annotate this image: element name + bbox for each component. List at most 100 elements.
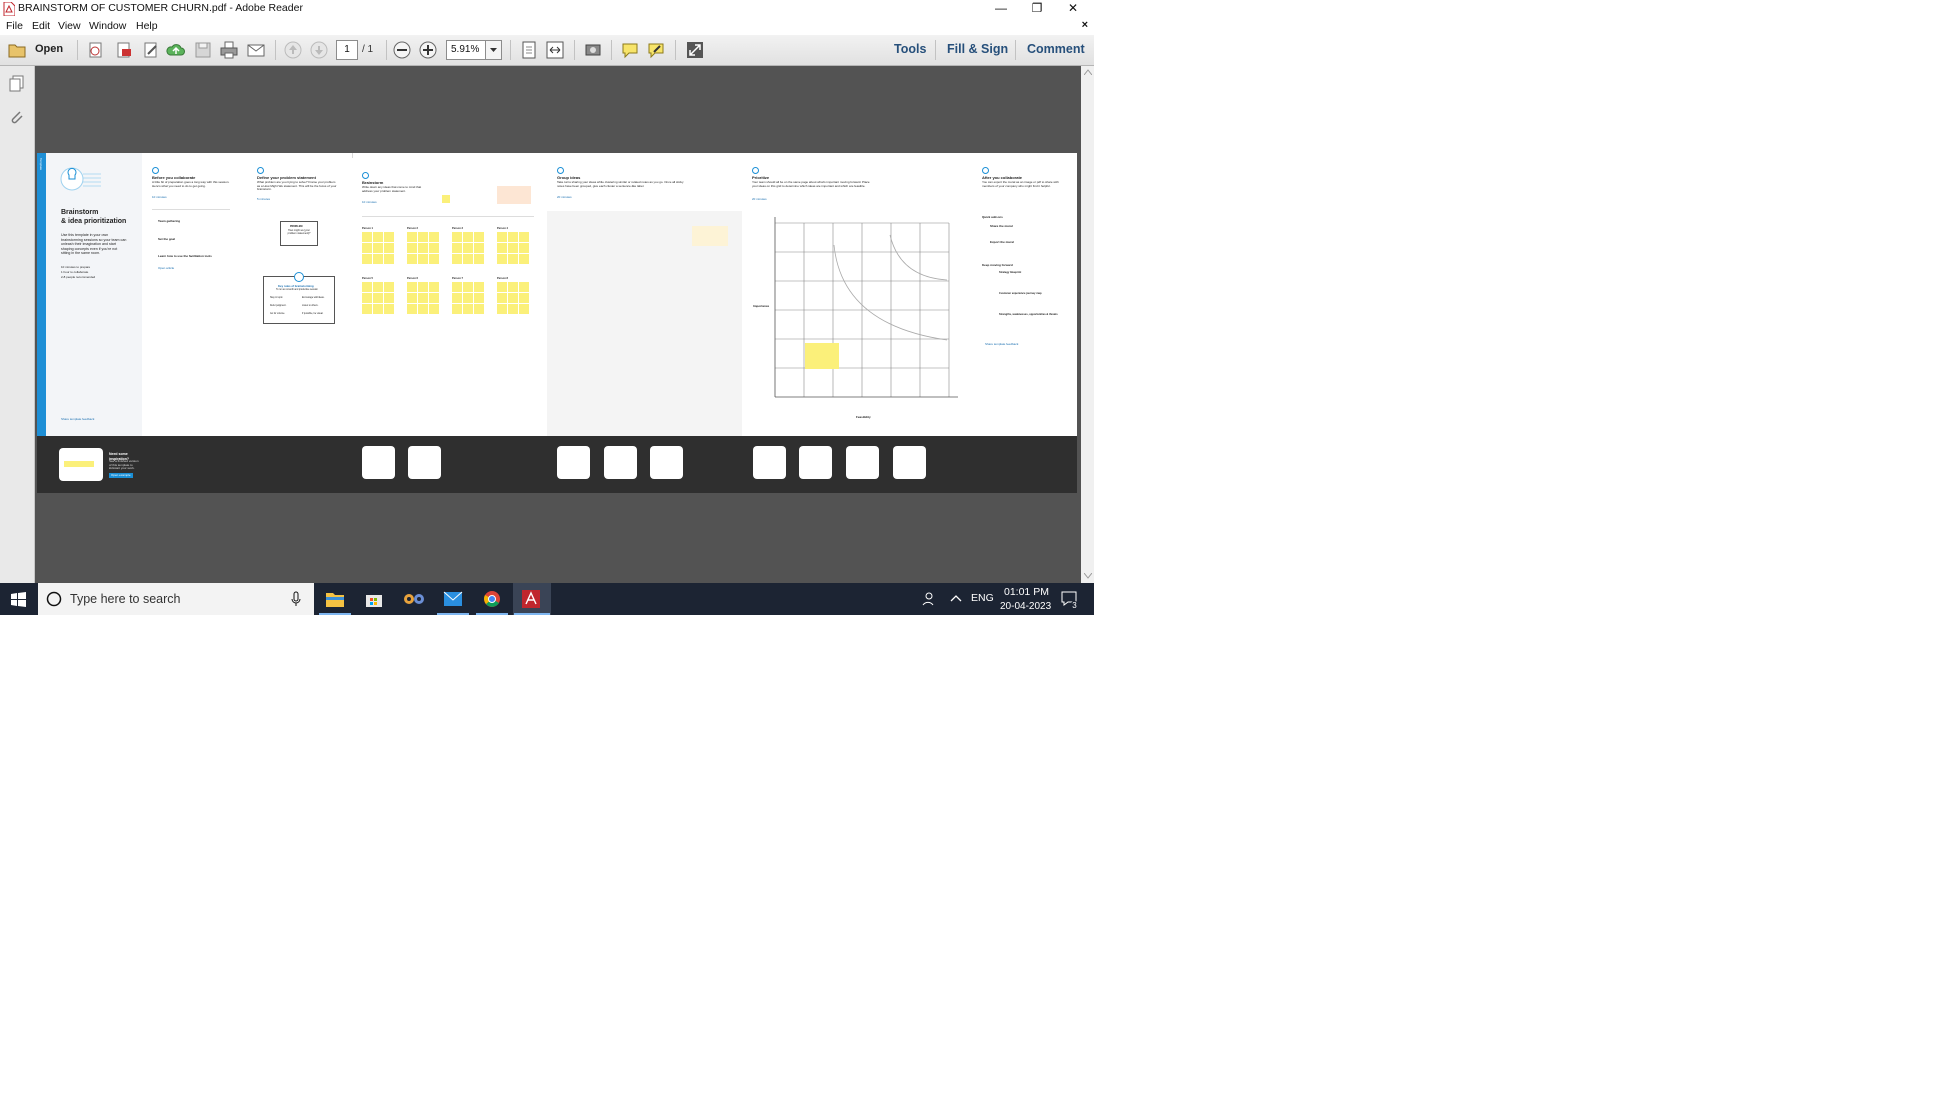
rule-item: If possible, be visual. [302, 313, 324, 315]
print-icon[interactable] [219, 40, 239, 60]
prioritize-time: 20 minutes [752, 197, 767, 201]
sticky-note [519, 293, 529, 303]
step-thumbnail [893, 446, 926, 479]
keep-item-swot: Strengths, weaknesses, opportunities & t… [999, 313, 1058, 316]
sticky-note [519, 243, 529, 253]
sticky-note [429, 254, 439, 264]
microsoft-store-icon[interactable] [365, 590, 383, 608]
open-button[interactable]: Open [35, 43, 63, 55]
previous-page-icon[interactable] [283, 40, 303, 60]
sticky-note [442, 195, 450, 203]
next-page-icon[interactable] [309, 40, 329, 60]
page-number-input[interactable]: 1 [336, 40, 358, 60]
microphone-icon[interactable] [290, 591, 302, 607]
sticky-note [362, 243, 372, 253]
sticky-note-icon[interactable] [620, 40, 640, 60]
group-footer-band [547, 436, 742, 493]
menu-edit[interactable]: Edit [32, 20, 50, 32]
close-document-button[interactable]: × [1082, 19, 1088, 31]
input-language[interactable]: ENG [971, 592, 994, 604]
tip-card [692, 226, 728, 246]
step-marker [362, 172, 369, 179]
before-time: 10 minutes [152, 195, 167, 199]
vertical-scrollbar[interactable] [1081, 66, 1094, 583]
search-placeholder: Type here to search [70, 592, 181, 606]
step-thumbnail [753, 446, 786, 479]
before-item-tools: Learn how to use the facilitation tools [158, 254, 212, 258]
upload-cloud-icon[interactable] [166, 40, 186, 60]
rule-item: Listen to others. [302, 305, 319, 307]
lightbulb-icon [60, 167, 101, 191]
save-icon[interactable] [193, 40, 213, 60]
menu-view[interactable]: View [58, 20, 81, 32]
step-thumbnail [362, 446, 395, 479]
comment-pane-button[interactable]: Comment [1027, 42, 1085, 56]
pdf-file-icon [3, 2, 15, 16]
snapshot-icon[interactable] [583, 40, 603, 60]
sticky-note [384, 282, 394, 292]
menu-file[interactable]: File [6, 20, 23, 32]
edit-pdf-icon[interactable] [141, 40, 161, 60]
chevron-up-icon[interactable] [950, 594, 962, 602]
group-time: 20 minutes [557, 195, 572, 199]
sticky-note [418, 293, 428, 303]
mail-icon[interactable] [443, 591, 463, 607]
menu-help[interactable]: Help [136, 20, 158, 32]
scroll-up-arrow-icon[interactable] [1084, 69, 1092, 75]
define-time: 5 minutes [257, 197, 271, 201]
problem-card: PROBLEM How might we [your problem state… [280, 221, 318, 246]
title-bar: BRAINSTORM OF CUSTOMER CHURN.pdf - Adobe… [0, 0, 1094, 18]
create-pdf-icon[interactable] [86, 40, 106, 60]
accent-stripe [37, 153, 46, 436]
email-icon[interactable] [246, 40, 266, 60]
zoom-level-input[interactable]: 5.91% [446, 40, 489, 60]
menu-window[interactable]: Window [89, 20, 126, 32]
people-icon[interactable] [921, 592, 935, 606]
sticky-note [497, 282, 507, 292]
sticky-note [474, 282, 484, 292]
zoom-in-icon[interactable] [418, 40, 438, 60]
step-thumbnail [799, 446, 832, 479]
sticky-note [418, 304, 428, 314]
zoom-out-icon[interactable] [392, 40, 412, 60]
adobe-reader-icon[interactable] [522, 590, 540, 608]
windows-start-icon[interactable] [11, 592, 26, 607]
cover-title-line1: Brainstorm [61, 209, 99, 216]
group-text: Take turns sharing your ideas while clus… [557, 180, 684, 188]
panel-group-ideas: Group ideas Take turns sharing your idea… [547, 153, 743, 493]
tools-pane-button[interactable]: Tools [894, 42, 926, 56]
before-item-goal: Set the goal [158, 237, 176, 241]
clock-time[interactable]: 01:01 PM [1004, 586, 1049, 598]
highlight-text-icon[interactable] [646, 40, 666, 60]
full-screen-icon[interactable] [685, 40, 705, 60]
taskbar-search-box[interactable]: Type here to search [38, 583, 314, 615]
clock-date[interactable]: 20-04-2023 [1000, 601, 1051, 612]
sticky-note [452, 282, 462, 292]
scroll-down-arrow-icon[interactable] [1084, 573, 1092, 579]
close-window-button[interactable]: ✕ [1055, 0, 1091, 18]
after-feedback-link[interactable]: Share template feedback [985, 342, 1018, 347]
sticky-note [407, 243, 417, 253]
sticky-note [373, 293, 383, 303]
toolbar-separator [675, 40, 676, 60]
open-folder-icon[interactable] [7, 40, 27, 60]
export-pdf-icon[interactable] [114, 40, 134, 60]
fit-width-icon[interactable] [545, 40, 565, 60]
page-thumbnails-icon[interactable] [8, 74, 26, 92]
person-label: Person 1 [362, 227, 373, 230]
restore-button[interactable]: ❐ [1019, 0, 1055, 18]
open-article-link[interactable]: Open article [158, 266, 174, 271]
brainstorm-text: Write down any ideas that come to mind t… [362, 185, 422, 193]
toolbar-separator [611, 40, 612, 60]
open-example-button[interactable]: Open example [109, 473, 133, 478]
cover-feedback-link[interactable]: Share template feedback [61, 417, 94, 422]
zoom-dropdown[interactable] [485, 40, 502, 60]
fill-and-sign-button[interactable]: Fill & Sign [947, 42, 1008, 56]
file-explorer-icon[interactable] [325, 590, 345, 608]
pdf-page: Template Brainstorm & idea prioritizatio… [37, 153, 1077, 493]
app-infinity-icon[interactable] [403, 591, 425, 607]
attachments-paperclip-icon[interactable] [8, 108, 26, 126]
chrome-icon[interactable] [483, 590, 501, 608]
minimize-button[interactable]: — [983, 0, 1019, 18]
fit-page-icon[interactable] [519, 40, 539, 60]
